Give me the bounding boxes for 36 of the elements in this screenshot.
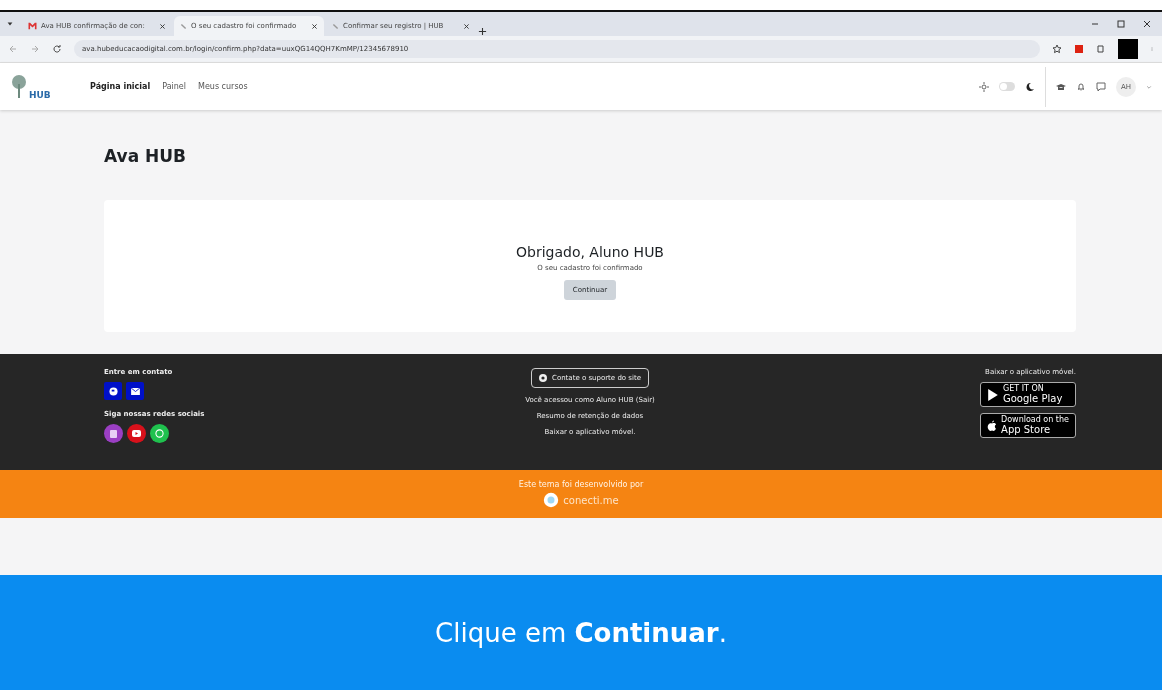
sun-icon [979,81,989,92]
nav-link[interactable]: Painel [160,80,188,93]
tab-close-icon [159,22,166,30]
bell-icon [1076,81,1086,92]
moon-icon [1025,81,1035,92]
credit-text: Este tema foi desenvolvido por [518,480,644,489]
tab-close-icon [463,22,470,30]
slash-favicon-icon [180,22,187,30]
new-tab-plus-icon [478,27,487,36]
page-heading: Ava HUB [104,145,187,168]
slash-favicon-icon [332,22,339,30]
reload-icon [52,44,62,54]
store-badge[interactable]: GET IT ON Google Play [980,382,1076,407]
mail-favicon-icon [28,22,37,30]
globe-icon[interactable] [104,382,122,400]
tab-list-caret-icon[interactable] [6,20,14,28]
nav-link[interactable]: Meus cursos [196,80,250,93]
card-title: Obrigado, Aluno HUB [516,244,664,260]
hub-tree-logo[interactable]: HUB [10,73,66,100]
lifebuoy-icon [539,374,547,382]
document-icon[interactable] [104,424,123,443]
tab-close-icon [311,22,318,30]
restore-icon [1116,19,1126,29]
star-icon [1052,44,1062,54]
close-icon [1142,19,1152,29]
youtube-icon[interactable] [127,424,146,443]
nav-link[interactable]: Página inicial [88,80,153,93]
store-badge[interactable]: Download on the App Store [980,413,1076,438]
caret-down-icon [1146,83,1152,90]
forward-arrow-icon [30,44,40,54]
chat-bubble-icon [1096,81,1106,92]
graduation-cap-icon [1056,81,1066,92]
instruction-caption: Clique em Continuar. [435,617,727,648]
mail-icon[interactable] [126,382,144,400]
dark-mode-toggle[interactable] [999,82,1015,91]
back-arrow-icon [8,44,18,54]
